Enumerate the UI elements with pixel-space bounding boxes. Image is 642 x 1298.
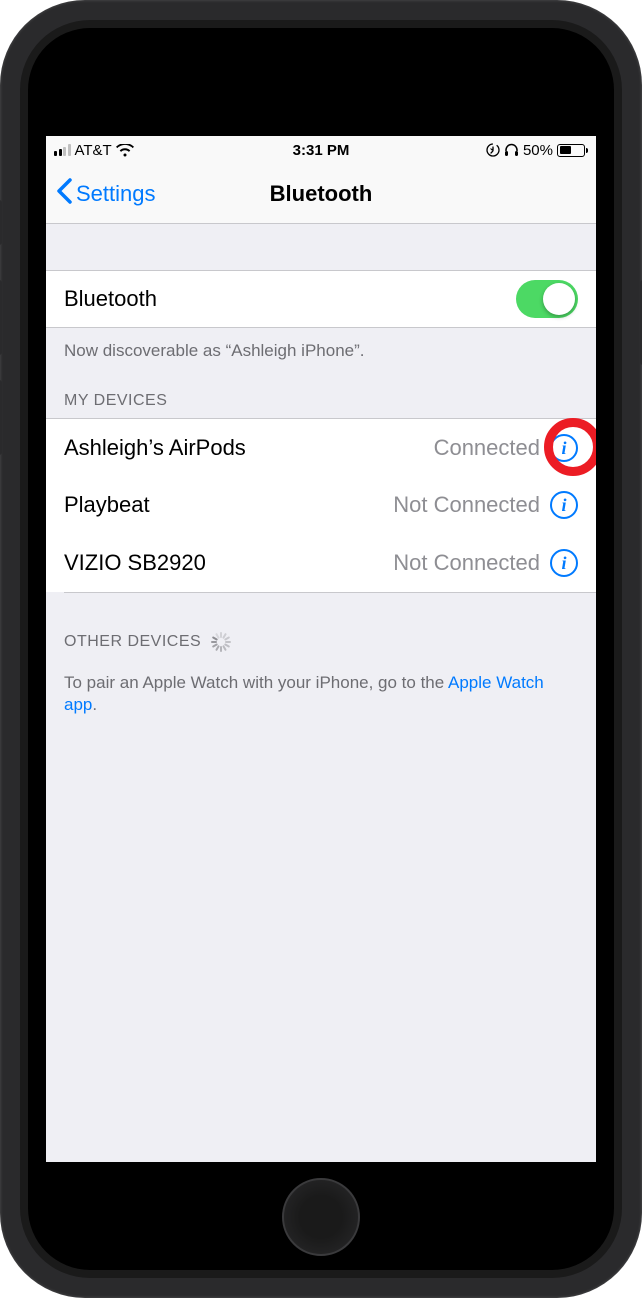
- chevron-left-icon: [56, 178, 72, 210]
- spinner-icon: [211, 632, 231, 652]
- nav-bar: Settings Bluetooth: [46, 164, 596, 224]
- carrier-label: AT&T: [75, 142, 112, 159]
- info-button[interactable]: i: [550, 549, 578, 577]
- bluetooth-label: Bluetooth: [64, 286, 157, 312]
- device-row[interactable]: VIZIO SB2920 Not Connected i: [46, 534, 596, 592]
- discoverable-text: Now discoverable as “Ashleigh iPhone”.: [46, 328, 596, 374]
- device-row[interactable]: Ashleigh’s AirPods Connected i: [46, 418, 596, 476]
- other-devices-label: OTHER DEVICES: [64, 633, 201, 651]
- footer-text-suffix: .: [92, 695, 97, 714]
- other-devices-header: OTHER DEVICES: [46, 592, 596, 660]
- footer-text-prefix: To pair an Apple Watch with your iPhone,…: [64, 673, 448, 692]
- back-label: Settings: [76, 181, 156, 207]
- phone-frame: AT&T 3:31 PM 50%: [0, 0, 642, 1298]
- device-status: Not Connected: [393, 492, 540, 518]
- device-name: VIZIO SB2920: [64, 550, 206, 576]
- headphone-icon: [504, 143, 519, 157]
- mute-switch: [0, 200, 2, 245]
- clock: 3:31 PM: [293, 142, 350, 159]
- screen: AT&T 3:31 PM 50%: [46, 136, 596, 1162]
- my-devices-header: MY DEVICES: [46, 374, 596, 418]
- device-status: Not Connected: [393, 550, 540, 576]
- volume-up-button: [0, 280, 2, 355]
- device-name: Ashleigh’s AirPods: [64, 435, 246, 461]
- rotation-lock-icon: [486, 143, 500, 157]
- page-title: Bluetooth: [270, 181, 373, 207]
- bluetooth-toggle[interactable]: [516, 280, 578, 318]
- bluetooth-toggle-row: Bluetooth: [46, 270, 596, 328]
- battery-icon: [557, 144, 588, 157]
- battery-percent: 50%: [523, 142, 553, 159]
- info-button[interactable]: i: [550, 434, 578, 462]
- back-button[interactable]: Settings: [56, 178, 156, 210]
- home-button: [282, 1178, 360, 1256]
- info-button[interactable]: i: [550, 491, 578, 519]
- device-row[interactable]: Playbeat Not Connected i: [46, 476, 596, 534]
- wifi-icon: [116, 144, 134, 157]
- status-bar: AT&T 3:31 PM 50%: [46, 136, 596, 164]
- volume-down-button: [0, 380, 2, 455]
- device-name: Playbeat: [64, 492, 150, 518]
- other-devices-footer: To pair an Apple Watch with your iPhone,…: [46, 660, 596, 728]
- signal-icon: [54, 144, 71, 156]
- device-status: Connected: [434, 435, 540, 461]
